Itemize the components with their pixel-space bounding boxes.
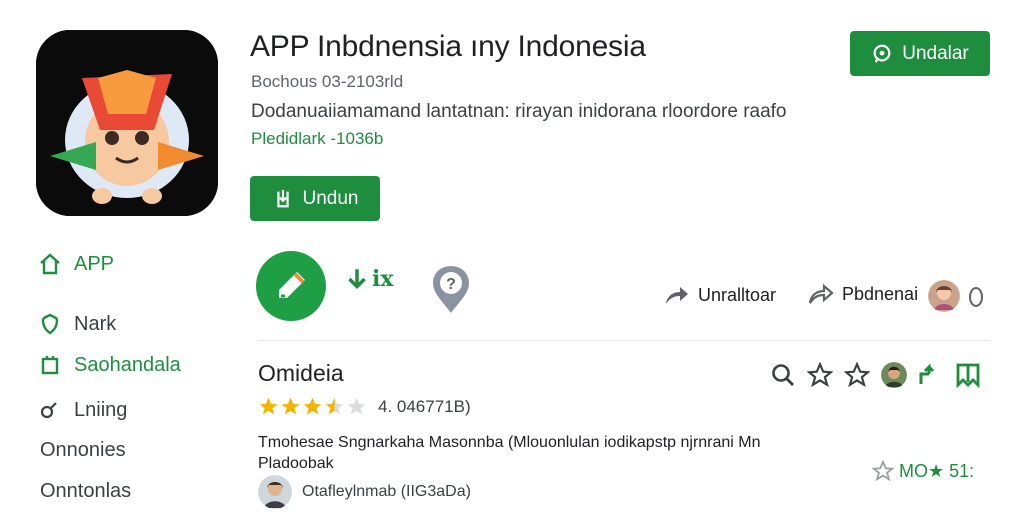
location-pin-icon: ? [433,266,469,313]
app-icon [36,30,218,216]
star-half-icon [325,397,344,415]
link-icon [40,402,57,419]
shield-icon [41,313,59,335]
sidebar-item-nark[interactable]: Nark [38,312,116,336]
share-arrow-icon [666,287,688,304]
install-label: Undun [302,187,359,209]
install-button[interactable]: Undun [250,176,380,221]
star-filled-icon [303,397,322,415]
sidebar-item-saohandala[interactable]: Saohandala [38,353,181,377]
review-title: Omideia [258,360,344,386]
ix-label: ix [372,266,394,292]
star-empty-icon [347,397,366,415]
square-icon [41,356,59,375]
sidebar-item-label: APP [74,252,115,275]
top-action-label: Undalar [902,42,969,64]
avatar[interactable] [928,280,960,312]
rating-value: 4. 046771B) [378,397,471,416]
arrow-down-icon [348,269,366,290]
rating-stars [258,396,367,417]
share-label: Unralltoar [698,284,777,305]
ix-action[interactable]: ix [344,266,393,292]
author-name: Otafleylnmab (IIG3aDa) [302,483,471,500]
pencil-icon [279,272,305,298]
search-icon[interactable] [770,362,796,388]
info-button[interactable] [966,285,986,309]
trending-up-icon[interactable] [918,362,944,388]
star-outline-icon[interactable] [844,362,870,388]
avatar[interactable] [881,362,907,388]
app-title: APP Inbdnensia ıny Indonesia [250,30,646,63]
top-action-button[interactable]: Undalar [850,31,990,76]
sidebar-item-label: Onntonlas [40,480,132,502]
location-pin-button[interactable]: ? [428,263,474,315]
sidebar-item-onntonlas[interactable]: Onntonlas [40,480,131,503]
count-label: MO★ 51: [899,460,975,481]
star-outline-icon [872,460,894,482]
review-author[interactable]: Otafleylnmab (IIG3aDa) [258,475,471,509]
sidebar-item-onnonies[interactable]: Onnonies [40,439,126,462]
forward-arrow-icon [808,283,834,304]
sidebar-item-lniing[interactable]: Lniing [38,398,127,422]
developer-name[interactable]: Bochous 03-2103rld [251,72,403,92]
review-body: Tmohesae Sngnarkaha Masonnba (Mlouonlula… [258,434,761,472]
review-toolbar [770,362,981,388]
bookmark-icon[interactable] [955,362,981,388]
app-tag[interactable]: Pledidlark -1036b [251,129,383,149]
star-filled-icon [281,397,300,415]
app-description: Dodanuaiiamamand lantatnan: rirayan inid… [251,101,787,122]
app-logo-icon [36,30,218,216]
sidebar-item-label: Saohandala [74,353,181,376]
download-icon [276,189,289,207]
sidebar-item-label: Onnonies [40,439,126,461]
chat-icon [873,44,891,63]
star-outline-icon[interactable] [807,362,833,388]
divider [258,340,990,341]
svg-text:?: ? [446,276,456,293]
sidebar-item-label: Lniing [74,398,128,421]
avatar [258,475,292,509]
sidebar-item-label: Nark [74,312,117,335]
edit-action-button[interactable] [256,251,326,321]
forward-label: Pbdnenai [842,283,919,304]
oval-info-icon [969,287,983,307]
sidebar-item-app[interactable]: APP [38,252,114,276]
forward-button[interactable]: Pbdnenai [808,283,918,305]
review-count[interactable]: MO★ 51: [872,460,974,482]
home-icon [40,253,60,275]
share-button[interactable]: Unralltoar [664,284,776,306]
star-filled-icon [259,397,278,415]
